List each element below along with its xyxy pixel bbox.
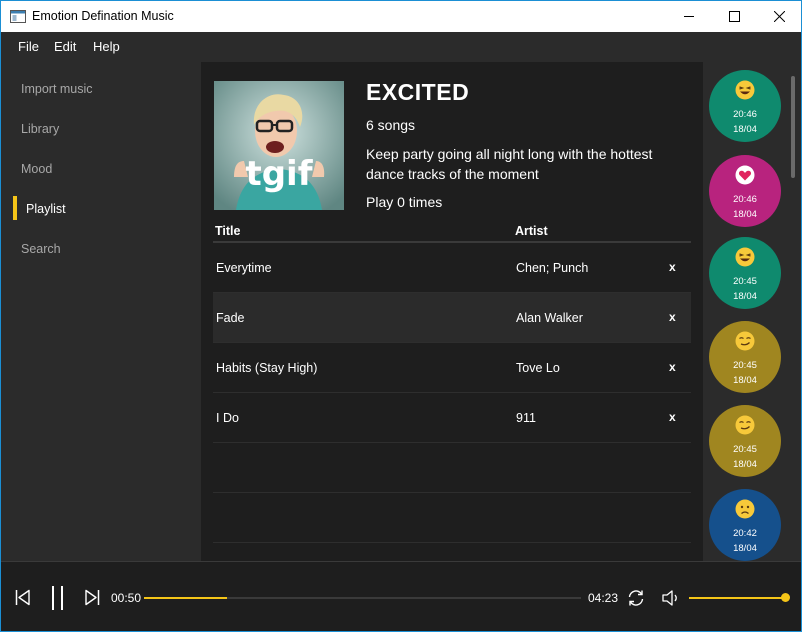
table-row[interactable]: I Do 911 x	[213, 393, 691, 443]
sidebar-nav: Import music Library Mood Playlist Searc…	[1, 62, 201, 561]
mood-history-item[interactable]: 20:45 18/04	[709, 237, 781, 309]
song-artist: Chen; Punch	[516, 261, 589, 275]
playlist-song-count: 6 songs	[366, 117, 416, 133]
table-row[interactable]: Habits (Stay High) Tove Lo x	[213, 343, 691, 393]
menu-file[interactable]: File	[18, 39, 39, 54]
volume-slider-thumb[interactable]	[781, 593, 790, 602]
close-icon	[773, 11, 785, 22]
mood-date: 18/04	[733, 375, 757, 386]
repeat-icon[interactable]	[626, 588, 646, 608]
empty-table-row	[213, 443, 691, 493]
sad-emoji-icon	[735, 499, 755, 519]
empty-table-row	[213, 493, 691, 543]
total-time: 04:23	[588, 591, 619, 605]
remove-song-button[interactable]: x	[669, 310, 676, 324]
playlist-description: Keep party going all night long with the…	[366, 146, 653, 182]
volume-slider[interactable]	[689, 593, 790, 602]
playlist-title: EXCITED	[366, 79, 470, 105]
close-button[interactable]	[756, 1, 801, 32]
mood-time: 20:45	[733, 360, 757, 371]
nav-active-indicator	[13, 196, 17, 220]
laughing-emoji-icon	[735, 247, 755, 267]
heart-emoji-icon	[735, 165, 755, 185]
app-icon	[10, 10, 26, 23]
mood-date: 18/04	[733, 209, 757, 220]
remove-song-button[interactable]: x	[669, 410, 676, 424]
smirk-emoji-icon	[735, 415, 755, 435]
playlist-cover-image: tgif	[214, 81, 344, 210]
mood-history-item[interactable]: 20:45 18/04	[709, 321, 781, 393]
seek-progress-fill	[144, 597, 228, 599]
nav-mood[interactable]: Mood	[21, 162, 52, 176]
player-bar: 00:50 04:23	[1, 561, 801, 631]
song-artist: Tove Lo	[516, 361, 560, 375]
skip-next-icon[interactable]	[84, 589, 100, 607]
volume-fill	[689, 597, 785, 599]
mood-history-item[interactable]: 20:46 18/04	[709, 70, 781, 142]
smirk-emoji-icon	[735, 331, 755, 351]
maximize-icon	[728, 11, 740, 22]
mood-history-panel: 20:46 18/04 20:46 18/04 20:45 18/04 20:4…	[703, 62, 801, 561]
title-bar: Emotion Defination Music	[1, 1, 801, 32]
menu-help[interactable]: Help	[93, 39, 120, 54]
laughing-emoji-icon	[735, 80, 755, 100]
column-header-title[interactable]: Title	[215, 224, 240, 238]
seek-slider[interactable]	[144, 597, 581, 599]
volume-icon[interactable]	[661, 588, 681, 608]
songs-table-header: Title Artist	[213, 222, 691, 243]
mood-time: 20:46	[733, 109, 757, 120]
app-window: Emotion Defination Music File Edit Help …	[0, 0, 802, 632]
mood-history-item[interactable]: 20:42 18/04	[709, 489, 781, 561]
column-header-artist[interactable]: Artist	[515, 224, 548, 238]
mood-history-item[interactable]: 20:46 18/04	[709, 155, 781, 227]
window-title: Emotion Defination Music	[32, 9, 174, 23]
mood-date: 18/04	[733, 459, 757, 470]
table-row[interactable]: Fade Alan Walker x	[213, 293, 691, 343]
menu-edit[interactable]: Edit	[54, 39, 76, 54]
minimize-button[interactable]	[666, 1, 712, 32]
playlist-panel: tgif EXCITED 6 songs Keep party going al…	[201, 62, 703, 561]
minimize-icon	[683, 16, 694, 17]
mood-history-item[interactable]: 20:45 18/04	[709, 405, 781, 477]
nav-import-music[interactable]: Import music	[21, 82, 93, 96]
mood-date: 18/04	[733, 124, 757, 135]
song-title: Habits (Stay High)	[216, 361, 318, 375]
mood-date: 18/04	[733, 291, 757, 302]
nav-playlist[interactable]: Playlist	[26, 202, 66, 216]
history-scrollbar[interactable]	[791, 76, 795, 178]
song-artist: Alan Walker	[516, 311, 583, 325]
song-title: I Do	[216, 411, 239, 425]
skip-previous-icon[interactable]	[15, 589, 31, 607]
maximize-button[interactable]	[711, 1, 757, 32]
menu-bar: File Edit Help	[1, 32, 801, 62]
mood-time: 20:46	[733, 194, 757, 205]
song-title: Fade	[216, 311, 245, 325]
nav-search[interactable]: Search	[21, 242, 61, 256]
cover-lettering: tgif	[245, 154, 313, 194]
table-row[interactable]: Everytime Chen; Punch x	[213, 243, 691, 293]
mood-time: 20:45	[733, 444, 757, 455]
remove-song-button[interactable]: x	[669, 360, 676, 374]
mood-date: 18/04	[733, 543, 757, 554]
current-time: 00:50	[111, 591, 142, 605]
pause-icon[interactable]	[50, 585, 66, 611]
song-title: Everytime	[216, 261, 272, 275]
mood-time: 20:45	[733, 276, 757, 287]
remove-song-button[interactable]: x	[669, 260, 676, 274]
mood-time: 20:42	[733, 528, 757, 539]
song-artist: 911	[516, 411, 536, 425]
playlist-play-count: Play 0 times	[366, 194, 443, 210]
nav-library[interactable]: Library	[21, 122, 59, 136]
